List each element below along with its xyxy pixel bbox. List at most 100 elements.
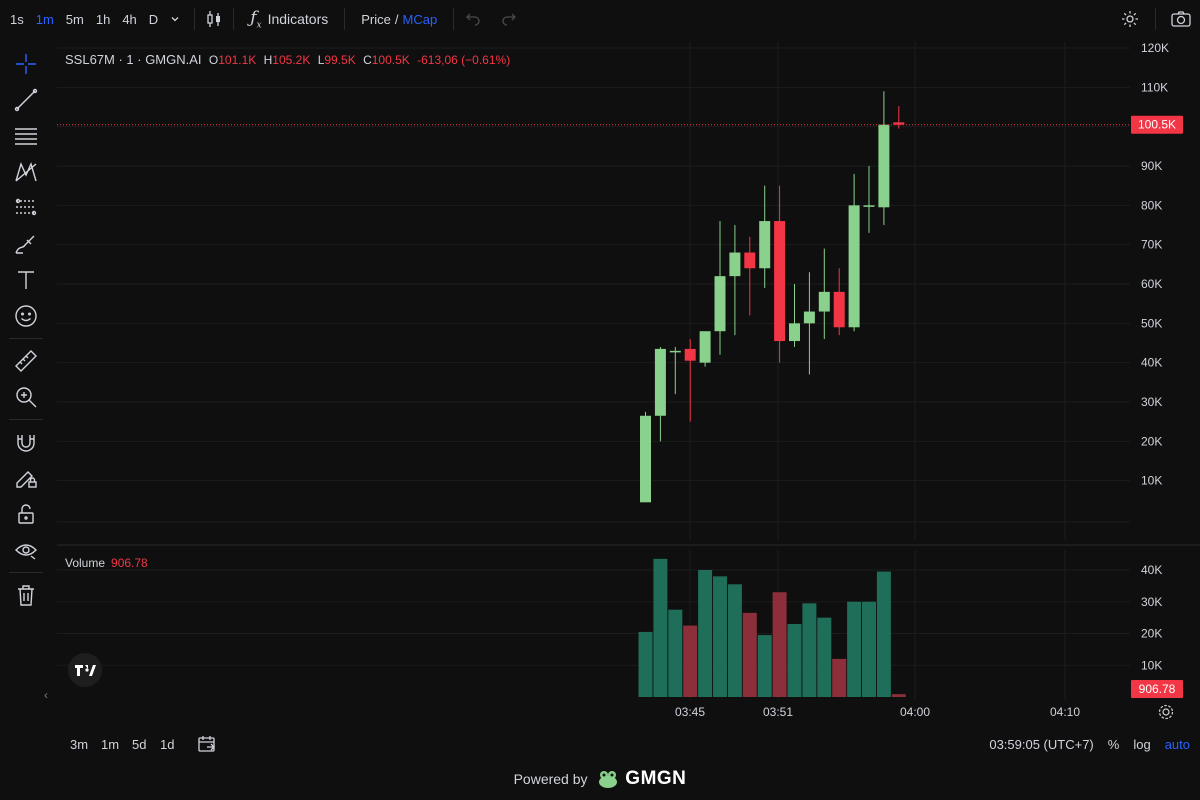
close-label: C bbox=[363, 53, 372, 67]
volume-bar bbox=[698, 570, 713, 697]
bottom-right-controls: 03:59:05 (UTC+7) % log auto bbox=[989, 737, 1190, 752]
powered-by-footer: Powered by GMGN bbox=[0, 768, 1200, 792]
camera-icon[interactable] bbox=[1170, 8, 1192, 30]
volume-bar bbox=[802, 603, 817, 697]
crosshair-tool[interactable] bbox=[0, 46, 52, 82]
hide-tool[interactable] bbox=[0, 532, 52, 568]
volume-bar bbox=[683, 625, 698, 697]
range-3m[interactable]: 3m bbox=[70, 737, 88, 752]
timeframe-4h[interactable]: 4h bbox=[116, 12, 142, 27]
price-tick-label: 10K bbox=[1141, 474, 1162, 488]
high-value: 105.2K bbox=[272, 53, 311, 67]
volume-tick-label: 10K bbox=[1141, 658, 1162, 672]
candlesticks bbox=[640, 91, 905, 503]
toolbar-divider bbox=[1155, 8, 1156, 30]
last-volume-label: 906.78 bbox=[1139, 682, 1176, 696]
timeframe-1s[interactable]: 1s bbox=[4, 12, 30, 27]
price-tick-label: 50K bbox=[1141, 316, 1162, 330]
log-toggle[interactable]: log bbox=[1133, 737, 1150, 752]
range-1d[interactable]: 1d bbox=[160, 737, 174, 752]
fx-icon: ƒx bbox=[250, 7, 262, 31]
price-tick-label: 90K bbox=[1141, 159, 1162, 173]
horizontal-lines-tool[interactable] bbox=[0, 118, 52, 154]
lock-all-tool[interactable] bbox=[0, 496, 52, 532]
price-chart[interactable]: 120K110K100K90K80K70K60K50K40K30K20K10K … bbox=[57, 38, 1200, 728]
time-tick-label: 03:51 bbox=[763, 705, 793, 719]
price-tick-label: 120K bbox=[1141, 41, 1169, 55]
indicators-button[interactable]: ƒx Indicators bbox=[242, 8, 336, 30]
emoji-tool[interactable] bbox=[0, 298, 52, 334]
auto-toggle[interactable]: auto bbox=[1165, 737, 1190, 752]
tools-divider bbox=[9, 572, 43, 573]
trend-line-icon bbox=[14, 88, 38, 112]
magnet-tool[interactable] bbox=[0, 424, 52, 460]
time-axis: 03:45 03:51 04:00 04:10 bbox=[675, 704, 1174, 720]
volume-bar bbox=[713, 576, 727, 697]
timeframe-d[interactable]: D bbox=[143, 12, 164, 27]
price-label: Price bbox=[361, 11, 391, 27]
lock-drawing-tool[interactable] bbox=[0, 460, 52, 496]
candle-body bbox=[818, 291, 830, 312]
timeframe-1m[interactable]: 1m bbox=[30, 12, 60, 27]
price-mcap-toggle[interactable]: Price / MCap bbox=[353, 12, 445, 27]
undo-icon[interactable] bbox=[462, 8, 484, 30]
last-price-label: 100.5K bbox=[1138, 118, 1176, 132]
percent-toggle[interactable]: % bbox=[1108, 737, 1120, 752]
candlestick-type-icon[interactable] bbox=[203, 8, 225, 30]
fib-icon bbox=[15, 198, 37, 216]
price-line: 100.5K 906.78 bbox=[57, 115, 1183, 698]
volume-bar bbox=[832, 658, 847, 697]
price-tick-label: 110K bbox=[1141, 80, 1168, 94]
candle-body bbox=[654, 348, 666, 416]
zoom-tool[interactable] bbox=[0, 379, 52, 415]
pattern-icon bbox=[15, 161, 37, 182]
trend-line-tool[interactable] bbox=[0, 82, 52, 118]
chevron-down-icon[interactable] bbox=[164, 8, 186, 30]
timeframe-1h[interactable]: 1h bbox=[90, 12, 116, 27]
smiley-icon bbox=[15, 305, 37, 327]
timeframe-5m[interactable]: 5m bbox=[60, 12, 90, 27]
trash-icon bbox=[18, 585, 34, 606]
volume-bar bbox=[847, 601, 862, 697]
volume-bar bbox=[817, 617, 832, 697]
fib-tool[interactable] bbox=[0, 190, 52, 226]
redo-icon[interactable] bbox=[498, 8, 520, 30]
chart-grid bbox=[57, 42, 1200, 700]
volume-bars bbox=[638, 558, 906, 697]
brush-tool[interactable] bbox=[0, 226, 52, 262]
volume-bar bbox=[757, 635, 772, 697]
zoom-in-icon bbox=[16, 387, 37, 408]
price-tick-label: 80K bbox=[1141, 198, 1162, 212]
time-tick-label: 03:45 bbox=[675, 705, 705, 719]
goto-date-icon[interactable] bbox=[197, 734, 217, 757]
separator-label: / bbox=[394, 11, 399, 27]
clock-label: 03:59:05 (UTC+7) bbox=[989, 737, 1094, 752]
candle-body bbox=[699, 331, 711, 363]
range-5d[interactable]: 5d bbox=[132, 737, 146, 752]
pattern-tool[interactable] bbox=[0, 154, 52, 190]
range-1m[interactable]: 1m bbox=[101, 737, 119, 752]
settings-gear-icon[interactable] bbox=[1119, 8, 1141, 30]
measure-tool[interactable] bbox=[0, 343, 52, 379]
low-value: 99.5K bbox=[324, 53, 356, 67]
candle-body bbox=[744, 252, 756, 269]
volume-bar bbox=[668, 609, 683, 697]
price-axis: 120K110K100K90K80K70K60K50K40K30K20K10K bbox=[1141, 41, 1169, 488]
collapse-toolbar-icon[interactable]: ‹ bbox=[44, 688, 48, 702]
delete-tool[interactable] bbox=[0, 577, 52, 613]
price-tick-label: 60K bbox=[1141, 277, 1162, 291]
open-label: O bbox=[208, 53, 219, 67]
magnet-icon bbox=[17, 435, 35, 452]
high-label: H bbox=[263, 53, 273, 67]
candle-body bbox=[848, 205, 860, 328]
volume-bar bbox=[787, 623, 802, 697]
tools-divider bbox=[9, 419, 43, 420]
tradingview-logo[interactable] bbox=[68, 653, 102, 687]
axis-settings-icon bbox=[1158, 704, 1174, 720]
text-tool[interactable] bbox=[0, 262, 52, 298]
candle-body bbox=[774, 221, 786, 342]
gmgn-frog-icon bbox=[597, 769, 619, 792]
indicators-label: Indicators bbox=[267, 10, 329, 27]
volume-bar bbox=[638, 631, 653, 697]
candle-body bbox=[878, 124, 890, 208]
